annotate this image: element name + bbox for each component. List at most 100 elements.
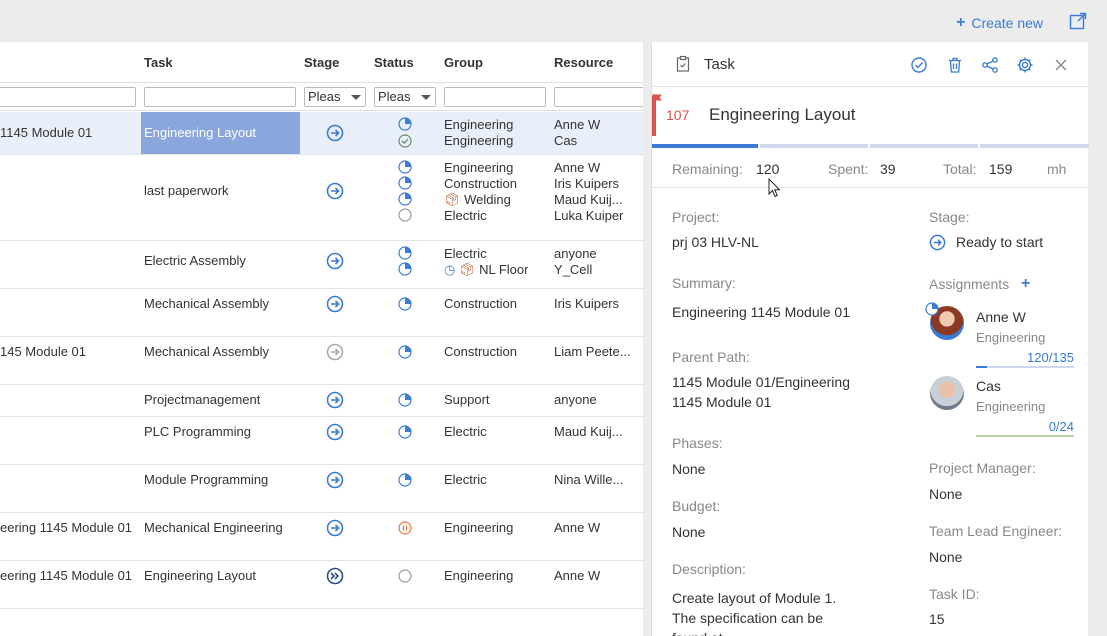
close-icon[interactable]	[1052, 56, 1070, 74]
pie-progress-icon	[398, 473, 412, 487]
resource-value: Luka Kuiper	[554, 208, 624, 223]
task-id-value: 15	[929, 611, 945, 627]
task-name[interactable]: Engineering Layout	[709, 105, 856, 125]
assignee-progress-track	[976, 366, 1074, 368]
table-row[interactable]: last paperwork Engineering Construction …	[0, 155, 643, 241]
arrow-circle-icon[interactable]	[326, 471, 344, 489]
arrow-circle-icon[interactable]	[326, 182, 344, 200]
resource-cell: Anne W	[554, 568, 601, 583]
table-row[interactable]: 145 Module 01 Mechanical Assembly Constr…	[0, 337, 643, 385]
arrow-circle-icon[interactable]	[326, 519, 344, 537]
group-cell: Engineering	[444, 520, 514, 535]
budget-value[interactable]: None	[672, 522, 705, 542]
unit-label: mh	[1047, 161, 1067, 177]
check-circle-icon[interactable]	[910, 56, 928, 74]
task-cell[interactable]: Mechanical Assembly	[144, 296, 269, 311]
table-row[interactable]: eering 1145 Module 01 Engineering Layout…	[0, 561, 643, 609]
empty-circle-icon	[398, 569, 412, 583]
share-icon[interactable]	[981, 56, 999, 74]
description-line[interactable]: The specification can be	[672, 608, 823, 628]
table-row[interactable]: Mechanical Assembly Construction Iris Ku…	[0, 289, 643, 337]
double-arrow-circle-icon[interactable]	[326, 567, 344, 585]
task-filter-input[interactable]	[144, 87, 296, 107]
arrow-circle-icon[interactable]	[326, 391, 344, 409]
summary-filter-input[interactable]	[0, 87, 136, 107]
table-row[interactable]: Module Programming Electric Nina Wille..…	[0, 465, 643, 513]
resource-cell: anyone Y_Cell	[554, 246, 597, 278]
resource-cell: Maud Kuij...	[554, 424, 623, 439]
status-filter-value: Pleas	[378, 89, 411, 104]
summary-cell: 1145 Module 01	[0, 125, 93, 140]
column-header-task[interactable]: Task	[144, 55, 173, 70]
table-row[interactable]: 1145 Module 01 Engineering Layout Engine…	[0, 112, 643, 155]
cube-icon: 📦︎	[444, 192, 461, 207]
arrow-circle-icon[interactable]	[326, 124, 344, 142]
column-header-stage[interactable]: Stage	[304, 55, 339, 70]
task-grid: Task Stage Status Group Resource Pleas P…	[0, 42, 643, 636]
task-cell[interactable]: Module Programming	[144, 472, 268, 487]
project-manager-value[interactable]: None	[929, 484, 962, 504]
task-cell[interactable]: Mechanical Engineering	[144, 520, 283, 535]
resource-value: Y_Cell	[554, 262, 593, 277]
chevron-down-icon	[351, 95, 361, 100]
group-cell: Electric ◷ 📦︎ NL Floor	[444, 246, 528, 278]
resource-value: Maud Kuij...	[554, 192, 623, 207]
pie-progress-icon	[925, 302, 939, 316]
table-row[interactable]: PLC Programming Electric Maud Kuij...	[0, 417, 643, 465]
group-value: Electric	[444, 208, 487, 223]
remaining-value: 120	[756, 161, 780, 177]
arrow-circle-icon[interactable]	[326, 295, 344, 313]
column-header-resource[interactable]: Resource	[554, 55, 613, 70]
project-manager-label: Project Manager:	[929, 460, 1036, 476]
panel-title: Task	[704, 56, 735, 73]
gear-icon[interactable]	[1016, 56, 1034, 74]
stage-filter-select[interactable]: Pleas	[304, 87, 366, 107]
arrow-circle-icon[interactable]	[326, 423, 344, 441]
remaining-label: Remaining:	[672, 161, 743, 177]
column-header-group[interactable]: Group	[444, 55, 483, 70]
task-cell[interactable]: Engineering Layout	[141, 112, 300, 154]
group-cell: Engineering	[444, 568, 514, 583]
task-cell[interactable]: PLC Programming	[144, 424, 251, 439]
table-row[interactable]: Projectmanagement Support anyone	[0, 385, 643, 417]
create-new-button[interactable]: + Create new	[956, 14, 1043, 32]
phases-value[interactable]: None	[672, 459, 705, 479]
chevron-down-icon	[421, 95, 431, 100]
arrow-circle-icon[interactable]	[326, 252, 344, 270]
team-lead-engineer-value[interactable]: None	[929, 547, 962, 567]
group-cell: Engineering Engineering	[444, 117, 513, 149]
description-label: Description:	[672, 561, 746, 577]
resource-filter-input[interactable]	[554, 87, 643, 107]
group-cell: Support	[444, 392, 490, 407]
table-row[interactable]: Electric Assembly Electric ◷ 📦︎ NL Floor…	[0, 241, 643, 289]
pause-circle-icon	[398, 521, 412, 535]
column-header-status[interactable]: Status	[374, 55, 414, 70]
group-cell: Construction	[444, 344, 517, 359]
resource-cell: Anne W	[554, 520, 601, 535]
group-filter-input[interactable]	[444, 87, 546, 107]
pie-progress-icon	[398, 176, 412, 190]
description-line[interactable]: Create layout of Module 1.	[672, 588, 836, 608]
task-cell[interactable]: Projectmanagement	[144, 392, 260, 407]
task-cell[interactable]: last paperwork	[144, 183, 229, 198]
task-cell[interactable]: Electric Assembly	[144, 253, 246, 268]
summary-cell: eering 1145 Module 01	[0, 568, 133, 583]
open-external-icon[interactable]	[1069, 12, 1087, 30]
assignee-hours: 0/24	[1048, 419, 1074, 434]
trash-icon[interactable]	[946, 56, 964, 74]
stage-value[interactable]: Ready to start	[956, 232, 1043, 252]
add-assignment-button[interactable]: +	[1021, 275, 1030, 293]
spent-label: Spent:	[828, 161, 869, 177]
task-cell[interactable]: Mechanical Assembly	[144, 344, 269, 359]
summary-value[interactable]: Engineering 1145 Module 01	[672, 302, 850, 322]
table-row[interactable]: eering 1145 Module 01 Mechanical Enginee…	[0, 513, 643, 561]
assignee-group: Engineering	[976, 399, 1046, 414]
project-value[interactable]: prj 03 HLV-NL	[672, 232, 759, 252]
empty-circle-icon	[398, 208, 412, 222]
description-line[interactable]: found at	[672, 628, 723, 636]
pie-progress-icon	[398, 425, 412, 439]
arrow-circle-icon[interactable]	[326, 343, 344, 361]
task-cell[interactable]: Engineering Layout	[144, 568, 256, 583]
status-filter-select[interactable]: Pleas	[374, 87, 436, 107]
project-label: Project:	[672, 209, 720, 225]
